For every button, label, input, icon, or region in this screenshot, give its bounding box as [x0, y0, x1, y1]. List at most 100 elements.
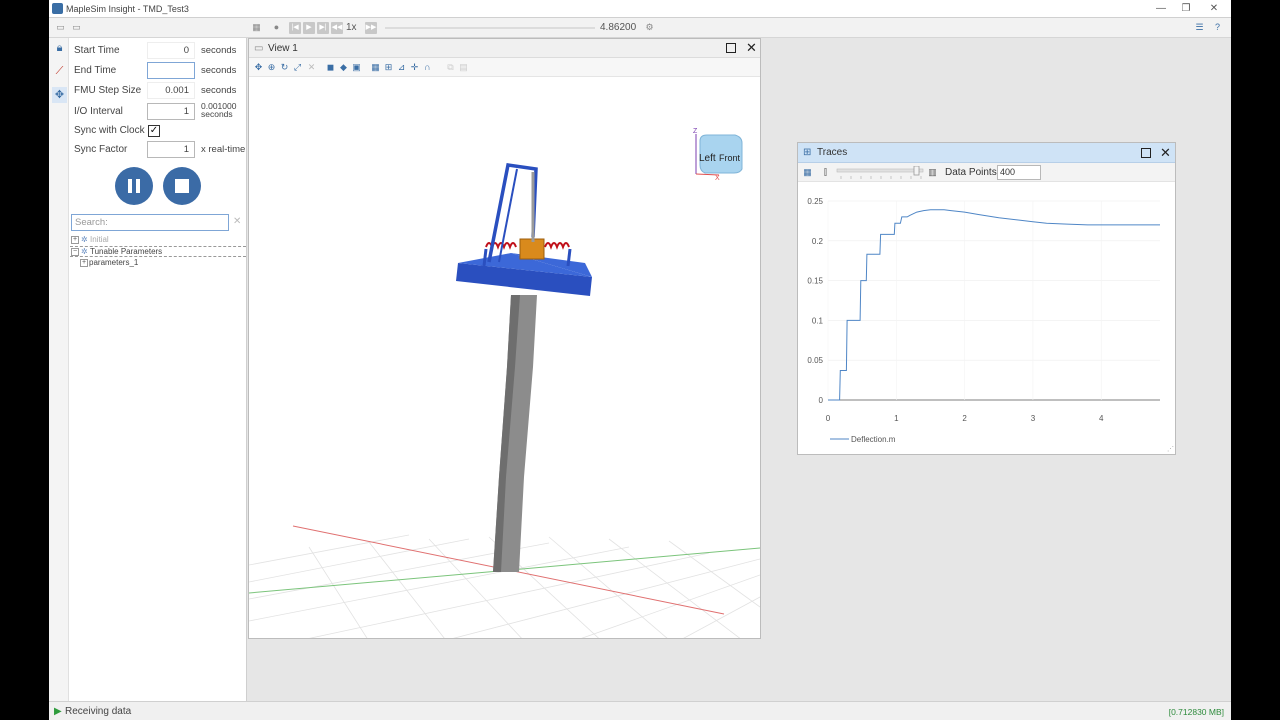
move-icon[interactable]: ✥	[52, 87, 67, 103]
start-time-input[interactable]: 0	[147, 42, 195, 59]
end-time-unit: seconds	[201, 65, 237, 76]
save-icon[interactable]: ▭	[55, 22, 66, 33]
grid-icon[interactable]: ▦	[370, 62, 381, 73]
expand-icon[interactable]: +	[80, 259, 88, 267]
y-tick-label: 0.05	[807, 356, 823, 365]
close-icon[interactable]: ✕	[1160, 145, 1171, 161]
view-icon: ▭	[254, 43, 264, 54]
data-points-input[interactable]: 400	[997, 165, 1041, 180]
slider-thumb[interactable]	[913, 166, 920, 176]
help-icon[interactable]: ?	[1212, 22, 1223, 33]
maximize-icon[interactable]	[726, 43, 736, 53]
fast-forward-button[interactable]: ▶▶	[365, 22, 377, 34]
y-tick-label: 0.1	[812, 316, 824, 325]
trace-icon[interactable]: ∩	[422, 62, 433, 73]
view-cube[interactable]: Z X Left Front	[693, 128, 743, 182]
start-time-label: Start Time	[74, 45, 120, 56]
settings-small-icon[interactable]: ⚙	[644, 22, 655, 33]
tree-label-initial: Initial	[90, 235, 109, 244]
play-button[interactable]: ▶	[303, 22, 315, 34]
open-icon[interactable]: ▭	[71, 22, 82, 33]
record-video-icon[interactable]: ▤	[458, 62, 469, 73]
skip-start-button[interactable]: |◀	[289, 22, 301, 34]
traces-panel: ⊞ Traces ✕ ▦ ⫿ ▥ Data Points 400 0 0.05 0.…	[797, 142, 1176, 455]
tree-item-initial[interactable]: + ✲ Initial	[70, 235, 246, 246]
tree-label-tunable: Tunable Parameters	[90, 247, 163, 256]
vector-icon[interactable]: ⊿	[396, 62, 407, 73]
maximize-icon[interactable]	[1141, 148, 1151, 158]
stop-button[interactable]	[163, 167, 201, 205]
collapse-icon[interactable]: −	[71, 248, 79, 256]
window-title: MapleSim Insight - TMD_Test3	[66, 4, 189, 14]
io-interval-input[interactable]: 1	[147, 103, 195, 120]
zoom-icon[interactable]: ⊕	[266, 62, 277, 73]
app-window: MapleSim Insight - TMD_Test3 — ❐ ✕ ▭ ▭ ▦…	[49, 0, 1231, 720]
plot-icon[interactable]: ⟋	[52, 63, 67, 79]
grid-toggle-icon[interactable]: ▦	[802, 167, 813, 178]
spring-post-left	[482, 248, 488, 267]
sync-clock-checkbox[interactable]: ✓	[148, 125, 160, 137]
resize-grip-icon[interactable]: ⋰	[1167, 445, 1174, 453]
preferences-icon[interactable]: ☰	[1194, 22, 1205, 33]
tree-item-parameters[interactable]: + parameters_1	[70, 258, 246, 269]
traces-header: ⊞ Traces ✕	[798, 143, 1175, 163]
rotate-icon[interactable]: ↻	[279, 62, 290, 73]
pan-icon[interactable]: ✥	[253, 62, 264, 73]
solid-view-icon[interactable]: ◼	[325, 62, 336, 73]
record-icon[interactable]: ●	[271, 22, 282, 33]
tree-item-tunable[interactable]: − ✲ Tunable Parameters	[70, 246, 246, 257]
current-time: 4.86200	[600, 22, 637, 33]
skip-end-button[interactable]: ▶|	[317, 22, 329, 34]
view1-toolbar: ✥ ⊕ ↻ ⤢ ✕ ◼ ◆ ▣ ▦ ⊞ ⊿ ✛ ∩ ⧉ ▤	[249, 58, 760, 77]
layout-icon[interactable]: ▦	[251, 22, 262, 33]
y-tick-label: 0	[819, 396, 824, 405]
axes-icon[interactable]: ✛	[409, 62, 420, 73]
fmu-step-unit: seconds	[201, 85, 237, 96]
restore-icon[interactable]: ❐	[1179, 2, 1193, 16]
clear-search-icon[interactable]: ✕	[233, 216, 241, 227]
reset-icon[interactable]: ✕	[306, 62, 317, 73]
chart-y-grid	[828, 200, 1160, 401]
playback-speed[interactable]: 1x	[346, 22, 357, 33]
view1-panel: ▭ View 1 ✕ ✥ ⊕ ↻ ⤢ ✕ ◼ ◆ ▣ ▦ ⊞ ⊿ ✛ ∩ ⧉ ▤	[248, 38, 761, 639]
cube-z-label: Z	[693, 128, 698, 135]
close-icon[interactable]: ✕	[1207, 2, 1221, 16]
minimize-icon[interactable]: —	[1154, 2, 1168, 16]
pause-button[interactable]	[115, 167, 153, 205]
scene-3d-viewport[interactable]: Z X Left Front	[249, 77, 760, 638]
frames-icon[interactable]: ⊞	[383, 62, 394, 73]
shaded-view-icon[interactable]: ◆	[338, 62, 349, 73]
sync-factor-label: Sync Factor	[74, 144, 128, 155]
expand-icon[interactable]: +	[71, 236, 79, 244]
cube-left-label[interactable]: Left	[699, 153, 716, 164]
rewind-button[interactable]: ◀◀	[331, 22, 343, 34]
fit-icon[interactable]: ⤢	[292, 62, 303, 73]
export-icon[interactable]: ⧉	[445, 62, 456, 73]
max-points-icon[interactable]: ▥	[927, 167, 938, 178]
sync-clock-row: Sync with Clock ✓	[74, 122, 246, 140]
sync-factor-input[interactable]: 1	[147, 141, 195, 158]
camera-icon[interactable]: ▣	[351, 62, 362, 73]
close-icon[interactable]: ✕	[746, 40, 757, 56]
cube-front-label[interactable]: Front	[719, 153, 741, 163]
settings-panel: 🔒︎ ⟋ ✥ Start Time 0 seconds End Time sec…	[49, 38, 247, 701]
tree-label-parameters: parameters_1	[89, 258, 139, 267]
x-tick-label: 1	[894, 414, 899, 423]
lock-icon[interactable]: 🔒︎	[52, 40, 67, 56]
play-status-icon: ▶	[54, 706, 62, 717]
end-time-input[interactable]	[147, 62, 195, 79]
chart-x-tick-labels: 0 1 2 3 4	[826, 414, 1104, 423]
maplesim-logo-icon	[52, 3, 63, 14]
pause-icon-bar	[136, 179, 140, 193]
io-interval-unit-label: seconds	[201, 109, 233, 119]
end-time-label: End Time	[74, 65, 117, 76]
data-points-slider[interactable]	[835, 166, 927, 180]
deflection-chart[interactable]: 0 0.05 0.1 0.15 0.2 0.25 0 1 2 3 4 Deflection.m	[798, 182, 1175, 454]
x-tick-label: 2	[962, 414, 967, 423]
playback-slider[interactable]	[385, 27, 595, 29]
search-input[interactable]: Search:	[71, 214, 229, 231]
cursor-icon[interactable]: ⫿	[820, 167, 831, 178]
fmu-step-input[interactable]: 0.001	[147, 82, 195, 99]
sync-factor-unit: x real-time	[201, 144, 246, 155]
gear-icon: ✲	[81, 235, 88, 244]
